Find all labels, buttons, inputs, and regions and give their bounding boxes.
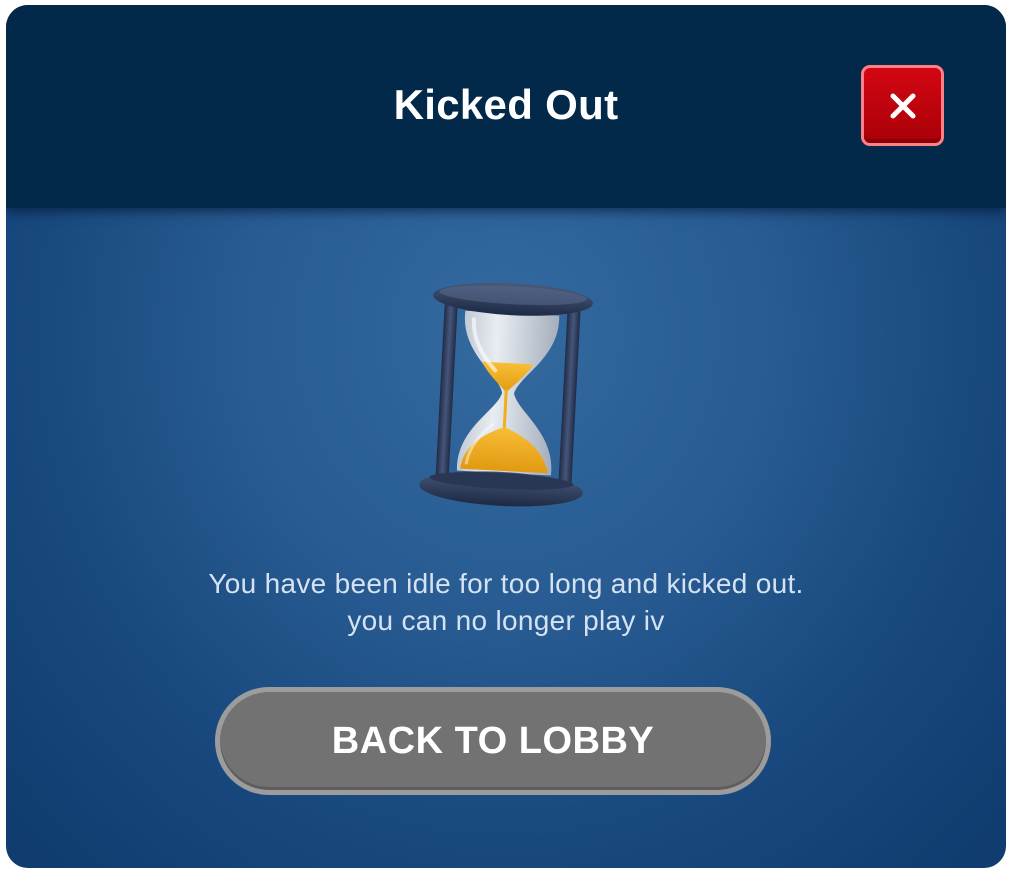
close-icon <box>890 93 916 119</box>
kicked-out-message: You have been idle for too long and kick… <box>6 565 1006 639</box>
back-to-lobby-button[interactable]: BACK TO LOBBY <box>215 687 771 795</box>
message-line: You have been idle for too long and kick… <box>208 568 804 599</box>
dialog-header: Kicked Out <box>6 5 1006 208</box>
message-line: you can no longer play iv <box>347 605 665 636</box>
kicked-out-dialog: Kicked Out You have been idle for too lo… <box>6 5 1006 868</box>
close-button[interactable] <box>861 65 944 146</box>
hourglass-icon <box>419 282 593 507</box>
dialog-title: Kicked Out <box>393 81 619 128</box>
